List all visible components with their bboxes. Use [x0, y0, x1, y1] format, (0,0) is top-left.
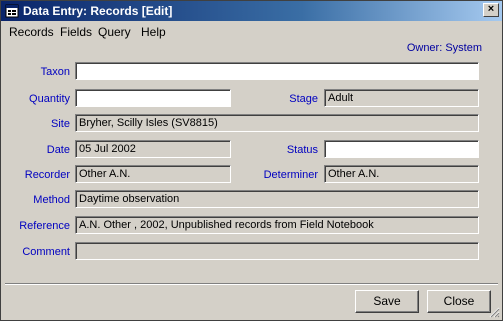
site-field[interactable]: Bryher, Scilly Isles (SV8815) — [75, 114, 479, 132]
divider — [5, 283, 498, 285]
stage-field[interactable]: Adult — [324, 89, 479, 107]
menu-records[interactable]: Records — [9, 25, 54, 39]
menu-help[interactable]: Help — [141, 25, 166, 39]
resize-grip-icon[interactable] — [488, 306, 500, 318]
determiner-label: Determiner — [263, 169, 318, 181]
close-icon[interactable]: × — [483, 3, 499, 17]
comment-field[interactable] — [75, 242, 479, 260]
site-label: Site — [51, 118, 70, 130]
recorder-label: Recorder — [24, 169, 70, 181]
stage-label: Stage — [289, 93, 318, 105]
method-field[interactable]: Daytime observation — [75, 190, 479, 208]
quantity-label: Quantity — [29, 93, 70, 105]
form-icon — [5, 4, 19, 18]
window-title: Data Entry: Records [Edit] — [23, 4, 173, 18]
taxon-input[interactable] — [75, 62, 479, 80]
reference-field[interactable]: A.N. Other , 2002, Unpublished records f… — [75, 216, 479, 234]
method-label: Method — [33, 194, 70, 206]
taxon-label: Taxon — [40, 66, 70, 78]
status-input[interactable] — [324, 140, 479, 158]
save-button[interactable]: Save — [355, 290, 419, 313]
reference-label: Reference — [19, 220, 70, 232]
quantity-input[interactable] — [75, 89, 231, 107]
owner-label: Owner: System — [406, 42, 482, 54]
close-button[interactable]: Close — [427, 290, 491, 313]
status-label: Status — [286, 144, 318, 156]
comment-label: Comment — [22, 246, 70, 258]
title-bar[interactable]: Data Entry: Records [Edit] × — [1, 1, 502, 21]
recorder-field[interactable]: Other A.N. — [75, 165, 231, 183]
determiner-field[interactable]: Other A.N. — [324, 165, 479, 183]
menu-fields[interactable]: Fields — [60, 25, 92, 39]
menu-bar: Records Fields Query Help — [1, 21, 502, 41]
data-entry-window: Data Entry: Records [Edit] × Records Fie… — [0, 0, 503, 321]
menu-query[interactable]: Query — [98, 25, 131, 39]
date-label: Date — [46, 144, 70, 156]
date-field[interactable]: 05 Jul 2002 — [75, 140, 231, 158]
